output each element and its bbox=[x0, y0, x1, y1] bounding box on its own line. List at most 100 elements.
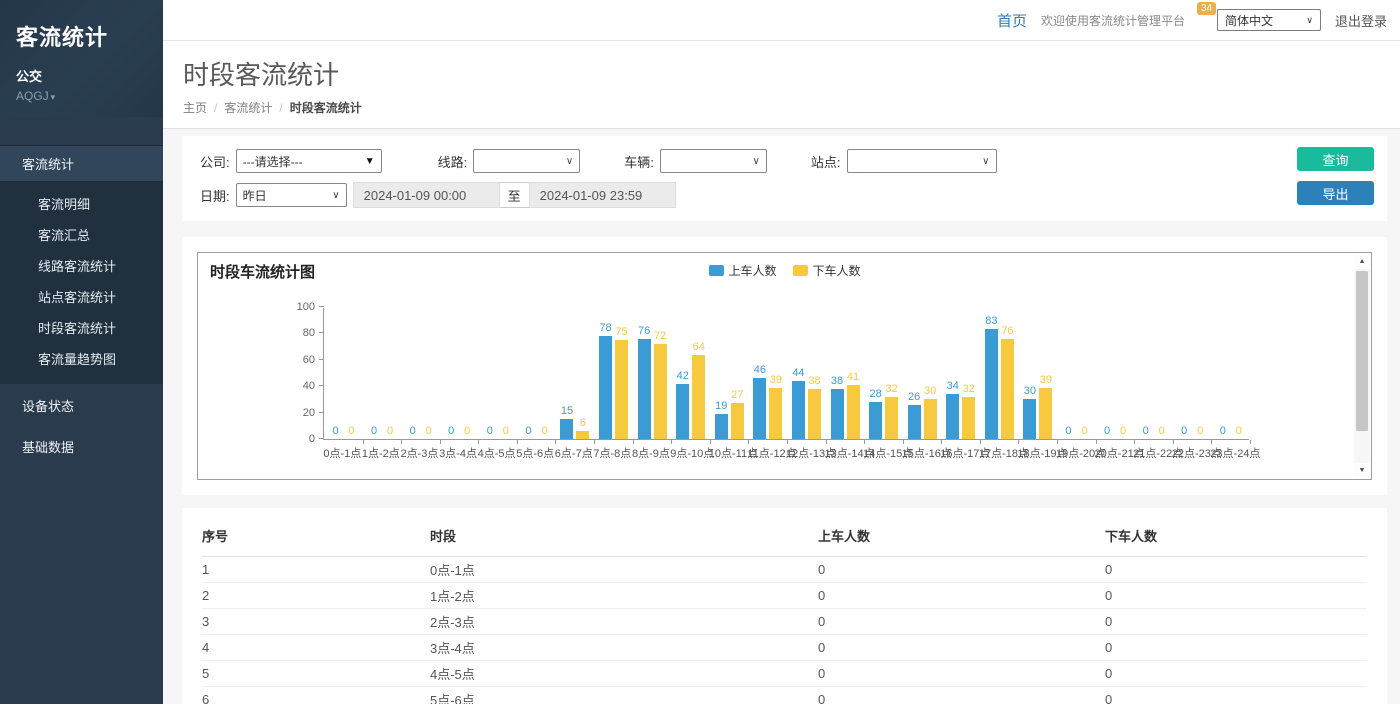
table-cell: 2点-3点 bbox=[430, 609, 818, 635]
y-axis-tick-label: 60 bbox=[290, 354, 324, 366]
scroll-down-icon[interactable]: ▼ bbox=[1354, 463, 1370, 478]
bar-group: 7875 bbox=[594, 307, 633, 439]
sidebar-item-线路客流统计[interactable]: 线路客流统计 bbox=[0, 250, 163, 281]
page-content: 公司: ---请选择--- ▼ 线路: ∨ 车辆: ∨ 站点: bbox=[163, 129, 1400, 704]
chevron-down-icon: ▾ bbox=[51, 92, 56, 102]
x-axis-tick bbox=[1057, 440, 1058, 444]
bar-group: 00 bbox=[517, 307, 556, 439]
table-cell: 3 bbox=[202, 609, 430, 635]
bar-下车人数[interactable] bbox=[692, 355, 705, 439]
breadcrumb-item[interactable]: 主页 bbox=[183, 101, 207, 115]
company-select[interactable]: ---请选择--- ▼ bbox=[236, 149, 382, 173]
bar-group: 00 bbox=[1096, 307, 1135, 439]
table-panel: 序号时段上车人数下车人数 10点-1点0021点-2点0032点-3点0043点… bbox=[182, 508, 1387, 704]
bar-上车人数[interactable] bbox=[908, 405, 921, 439]
topbar: 首页 欢迎使用客流统计管理平台 34 简体中文 ∨ 退出登录 bbox=[163, 0, 1400, 41]
x-axis-label: 8点-9点 bbox=[632, 445, 671, 461]
bar-下车人数[interactable] bbox=[962, 397, 975, 439]
bar-value-label: 15 bbox=[554, 405, 580, 417]
bar-上车人数[interactable] bbox=[792, 381, 805, 439]
chart-plot: 0000000000001567875767242641927463944383… bbox=[323, 308, 1249, 440]
table-header-cell: 上车人数 bbox=[818, 510, 1105, 557]
x-axis-tick bbox=[864, 440, 865, 444]
home-link[interactable]: 首页 bbox=[997, 10, 1027, 31]
x-axis-tick bbox=[980, 440, 981, 444]
bar-下车人数[interactable] bbox=[654, 344, 667, 439]
bar-group: 4639 bbox=[748, 307, 787, 439]
y-axis-tick-label: 100 bbox=[290, 301, 324, 313]
legend-item-下车人数[interactable]: 下车人数 bbox=[793, 262, 861, 279]
line-select[interactable]: ∨ bbox=[473, 149, 580, 173]
x-axis-tick bbox=[748, 440, 749, 444]
station-select[interactable]: ∨ bbox=[847, 149, 997, 173]
table-row: 65点-6点00 bbox=[202, 687, 1367, 704]
chart-widget: 时段车流统计图 上车人数下车人数 00000000000015678757672… bbox=[197, 252, 1372, 480]
sidebar-section-passenger-stats[interactable]: 客流统计 bbox=[0, 145, 163, 182]
sidebar-item-设备状态[interactable]: 设备状态 bbox=[0, 386, 163, 425]
bar-下车人数[interactable] bbox=[576, 431, 589, 439]
sidebar-item-客流汇总[interactable]: 客流汇总 bbox=[0, 219, 163, 250]
scroll-up-icon[interactable]: ▲ bbox=[1354, 254, 1370, 269]
legend-swatch-icon bbox=[708, 265, 723, 276]
bar-下车人数[interactable] bbox=[769, 388, 782, 439]
vehicle-select[interactable]: ∨ bbox=[660, 149, 767, 173]
bar-上车人数[interactable] bbox=[985, 329, 998, 439]
x-axis-label: 13点-14点 bbox=[825, 445, 864, 461]
date-end-input[interactable]: 2024-01-09 23:59 bbox=[529, 182, 676, 208]
bar-下车人数[interactable] bbox=[808, 389, 821, 439]
sidebar-menu: 客流统计 客流明细客流汇总线路客流统计站点客流统计时段客流统计客流量趋势图 设备… bbox=[0, 145, 163, 466]
sidebar-header: 客流统计 公交 AQGJ▾ bbox=[0, 0, 163, 117]
bar-上车人数[interactable] bbox=[638, 339, 651, 439]
bar-上车人数[interactable] bbox=[1023, 399, 1036, 439]
x-axis-tick bbox=[826, 440, 827, 444]
sidebar-item-站点客流统计[interactable]: 站点客流统计 bbox=[0, 281, 163, 312]
breadcrumb-separator: / bbox=[279, 101, 282, 115]
logout-link[interactable]: 退出登录 bbox=[1335, 11, 1387, 30]
language-select[interactable]: 简体中文 ∨ bbox=[1217, 9, 1321, 31]
x-axis-tick bbox=[1173, 440, 1174, 444]
table-header-cell: 序号 bbox=[202, 510, 430, 557]
bar-上车人数[interactable] bbox=[753, 378, 766, 439]
bar-group: 2630 bbox=[903, 307, 942, 439]
bar-上车人数[interactable] bbox=[599, 336, 612, 439]
sidebar-item-客流明细[interactable]: 客流明细 bbox=[0, 188, 163, 219]
sidebar-item-基础数据[interactable]: 基础数据 bbox=[0, 427, 163, 466]
scrollbar-thumb[interactable] bbox=[1356, 271, 1368, 431]
chevron-down-icon: ∨ bbox=[332, 190, 339, 201]
chart-scrollbar[interactable]: ▲ ▼ bbox=[1354, 254, 1370, 478]
bar-下车人数[interactable] bbox=[1001, 339, 1014, 439]
y-axis-tick-label: 0 bbox=[290, 433, 324, 445]
bar-上车人数[interactable] bbox=[869, 402, 882, 439]
bar-下车人数[interactable] bbox=[1039, 388, 1052, 439]
bar-上车人数[interactable] bbox=[946, 394, 959, 439]
breadcrumb: 主页/客流统计/时段客流统计 bbox=[183, 99, 1380, 116]
station-label: 站点: bbox=[811, 152, 841, 171]
bar-value-label: 76 bbox=[994, 325, 1020, 337]
x-axis-label: 9点-10点 bbox=[670, 445, 709, 461]
x-axis-label: 4点-5点 bbox=[477, 445, 516, 461]
filter-panel: 公司: ---请选择--- ▼ 线路: ∨ 车辆: ∨ 站点: bbox=[182, 136, 1387, 221]
chevron-down-icon: ∨ bbox=[566, 156, 573, 167]
export-button[interactable]: 导出 bbox=[1297, 181, 1374, 205]
date-start-input[interactable]: 2024-01-09 00:00 bbox=[353, 182, 500, 208]
bar-下车人数[interactable] bbox=[885, 397, 898, 439]
date-preset-select[interactable]: 昨日 ∨ bbox=[236, 183, 347, 207]
bar-下车人数[interactable] bbox=[731, 403, 744, 439]
x-axis-label: 11点-12点 bbox=[747, 445, 786, 461]
date-range-separator: 至 bbox=[500, 182, 529, 208]
sidebar-item-时段客流统计[interactable]: 时段客流统计 bbox=[0, 312, 163, 343]
breadcrumb-item[interactable]: 客流统计 bbox=[224, 101, 272, 115]
bar-下车人数[interactable] bbox=[924, 399, 937, 439]
x-axis-tick bbox=[517, 440, 518, 444]
bar-上车人数[interactable] bbox=[831, 389, 844, 439]
bar-下车人数[interactable] bbox=[615, 340, 628, 439]
x-axis-tick bbox=[1250, 440, 1251, 444]
x-axis-label: 14点-15点 bbox=[863, 445, 902, 461]
user-dropdown[interactable]: AQGJ▾ bbox=[16, 89, 147, 103]
legend-item-上车人数[interactable]: 上车人数 bbox=[708, 262, 776, 279]
sidebar-item-客流量趋势图[interactable]: 客流量趋势图 bbox=[0, 343, 163, 374]
bar-上车人数[interactable] bbox=[715, 414, 728, 439]
bar-上车人数[interactable] bbox=[676, 384, 689, 439]
bar-下车人数[interactable] bbox=[847, 385, 860, 439]
query-button[interactable]: 查询 bbox=[1297, 147, 1374, 171]
